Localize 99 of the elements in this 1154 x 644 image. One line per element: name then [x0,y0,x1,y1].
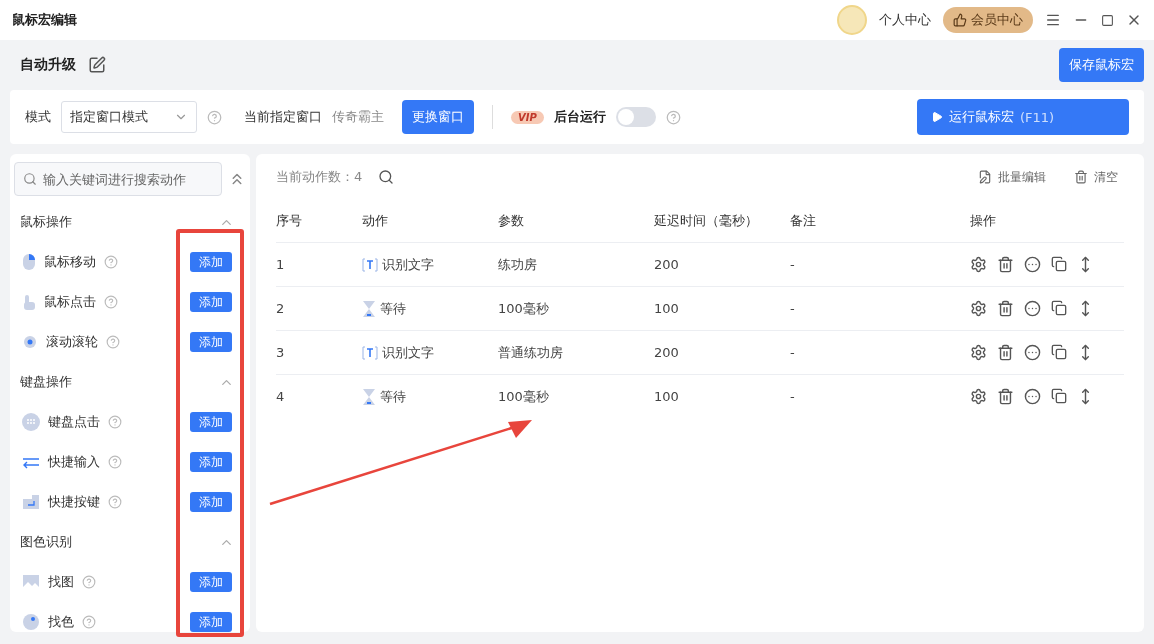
action-label: 鼠标移动 [44,253,96,271]
group-title: 图色识别 [20,533,72,551]
enter-key-icon [22,494,40,510]
table-cell: 等待 [380,299,406,318]
copy-icon[interactable] [1051,300,1067,317]
add-button[interactable]: 添加 [190,292,232,312]
background-run-label: 后台运行 [553,108,606,126]
run-button[interactable]: 运行鼠标宏 (F11) [917,99,1129,135]
column-header: 延迟时间（毫秒） [654,212,759,230]
save-button[interactable]: 保存鼠标宏 [1059,48,1144,82]
trash-icon [1074,170,1088,184]
keypad-icon [22,413,40,431]
more-icon[interactable] [1024,388,1041,405]
more-icon[interactable] [1024,300,1041,317]
table-cell: - [790,330,970,374]
table-cell: 200 [654,242,790,286]
action-label: 快捷输入 [48,453,100,471]
add-button[interactable]: 添加 [190,332,232,352]
action-label: 找图 [48,573,74,591]
clear-button[interactable]: 清空 [1068,167,1124,187]
action-label: 滚动滚轮 [46,333,98,351]
add-button[interactable]: 添加 [190,612,232,632]
batch-edit-button[interactable]: 批量编辑 [972,167,1052,187]
more-icon[interactable] [1024,344,1041,361]
personal-center-link[interactable]: 个人中心 [879,11,931,29]
member-center-button[interactable]: 会员中心 [943,7,1033,33]
delete-icon[interactable] [997,344,1014,361]
table-cell: 等待 [380,387,406,406]
add-button[interactable]: 添加 [190,572,232,592]
action-label: 键盘点击 [48,413,100,431]
more-icon[interactable] [1024,256,1041,273]
image-icon [22,574,40,590]
delete-icon[interactable] [997,388,1014,405]
table-cell: - [790,242,970,286]
add-button[interactable]: 添加 [190,452,232,472]
menu-icon[interactable] [1045,12,1061,28]
settings-icon[interactable] [970,344,987,361]
table-cell: 4 [276,374,362,418]
table-cell: 识别文字 [382,255,434,274]
thumbs-up-icon [953,13,967,27]
vip-badge: VIP [511,110,544,124]
window-label: 当前指定窗口 [244,108,322,126]
table-cell: 识别文字 [382,343,434,362]
copy-icon[interactable] [1051,256,1067,273]
table-cell: 200 [654,330,790,374]
table-cell: 100 [654,286,790,330]
group-title: 鼠标操作 [20,213,72,231]
hourglass-icon [362,387,376,406]
table-cell: 普通练功房 [498,330,654,374]
column-header: 序号 [276,212,303,230]
settings-icon[interactable] [970,388,987,405]
table-cell: 100毫秒 [498,286,654,330]
column-header: 动作 [362,212,389,230]
window-title: 鼠标宏编辑 [12,11,78,29]
add-button[interactable]: 添加 [190,412,232,432]
macro-name: 自动升级 [20,56,76,74]
window-value: 传奇霸主 [332,108,384,126]
play-icon [931,111,943,123]
table-cell: 100毫秒 [498,374,654,418]
column-header: 参数 [498,212,525,230]
copy-icon[interactable] [1051,388,1067,405]
maximize-icon[interactable] [1101,13,1114,27]
hourglass-icon [362,299,376,318]
column-header: 备注 [790,212,817,230]
action-label: 找色 [48,613,74,631]
arrows-icon [22,455,40,469]
table-cell: 练功房 [498,242,654,286]
palette-icon [22,613,40,631]
edit-icon[interactable] [88,56,106,74]
table-cell: 3 [276,330,362,374]
settings-icon[interactable] [970,256,987,273]
search-field[interactable]: 输入关键词进行搜索动作 [14,162,222,196]
delete-icon[interactable] [997,300,1014,317]
text-recognition-icon [362,256,378,273]
action-count: 当前动作数：4 [276,168,363,186]
mouse-icon [22,253,36,271]
pointer-hand-icon [22,293,36,311]
change-window-button[interactable]: 更换窗口 [402,100,474,134]
search-icon[interactable] [378,169,395,185]
group-title: 键盘操作 [20,373,72,391]
delete-icon[interactable] [997,256,1014,273]
edit-file-icon [978,170,992,184]
settings-icon[interactable] [970,300,987,317]
table-cell: 1 [276,242,362,286]
table-cell: - [790,286,970,330]
action-label: 鼠标点击 [44,293,96,311]
add-button[interactable]: 添加 [190,492,232,512]
column-header: 操作 [970,212,997,230]
table-cell: - [790,374,970,418]
text-recognition-icon [362,344,378,361]
table-cell: 2 [276,286,362,330]
action-label: 快捷按键 [48,493,100,511]
table-cell: 100 [654,374,790,418]
background-run-switch[interactable] [615,107,656,127]
add-button[interactable]: 添加 [190,252,232,272]
search-icon [23,172,37,186]
mode-label: 模式 [25,108,51,126]
mode-dropdown[interactable]: 指定窗口模式 [61,101,197,133]
copy-icon[interactable] [1051,344,1067,361]
